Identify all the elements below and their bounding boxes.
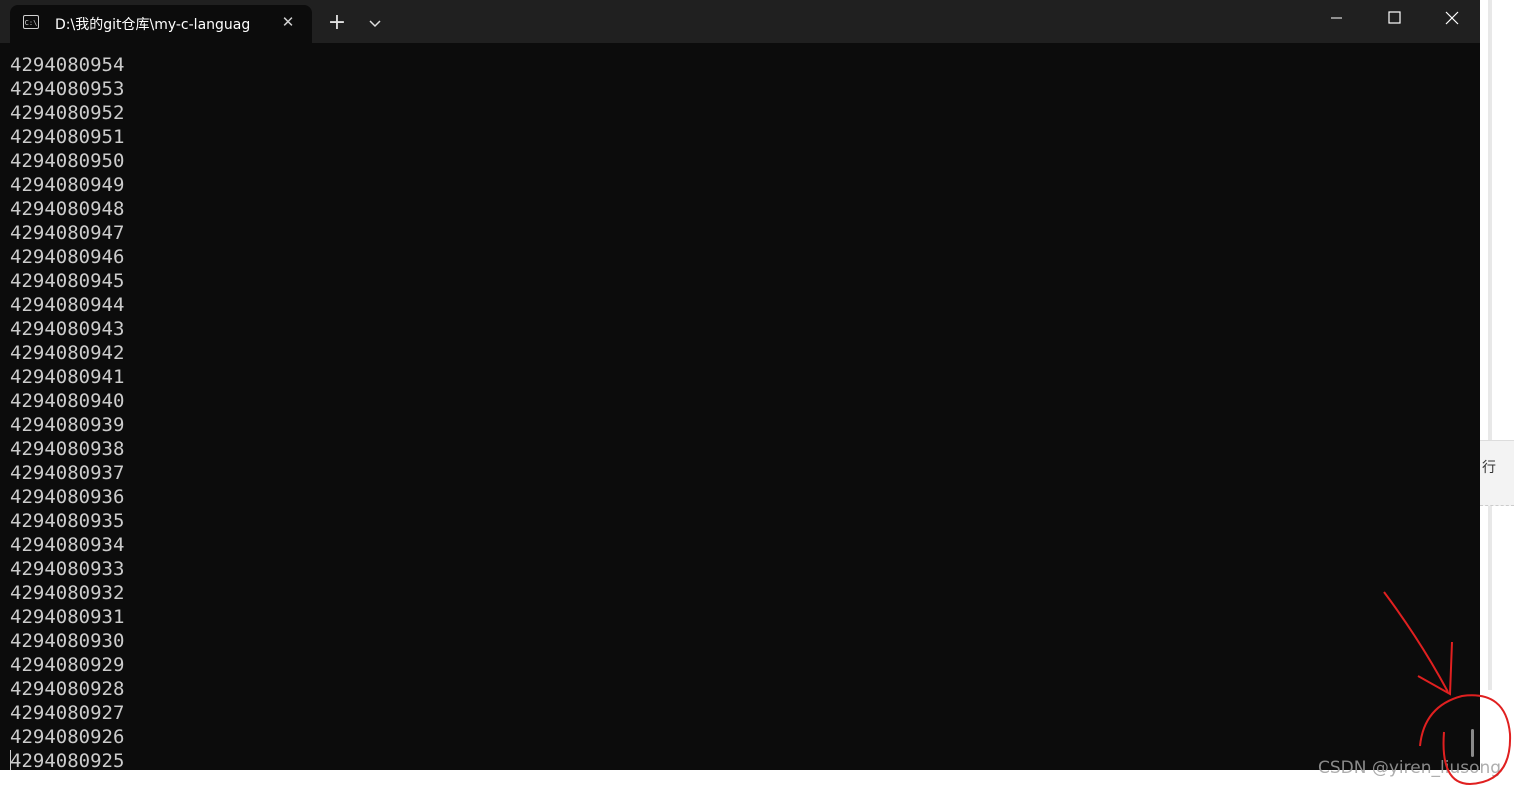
console-line: 4294080947 xyxy=(10,222,125,244)
console-line: 4294080952 xyxy=(10,102,125,124)
console-line: 4294080933 xyxy=(10,558,125,580)
console-line: 4294080937 xyxy=(10,462,125,484)
title-bar[interactable]: C:\ D:\我的git仓库\my-c-languag ✕ + xyxy=(0,0,1480,43)
console-line: 4294080943 xyxy=(10,318,125,340)
console-line: 4294080945 xyxy=(10,270,125,292)
console-line: 4294080940 xyxy=(10,390,125,412)
text-cursor xyxy=(10,750,11,770)
background-window-edge xyxy=(1488,0,1492,690)
console-line: 4294080949 xyxy=(10,174,125,196)
close-icon xyxy=(1445,11,1459,25)
console-line: 4294080925 xyxy=(10,750,125,770)
tab-title: D:\我的git仓库\my-c-languag xyxy=(55,17,251,33)
console-line: 4294080935 xyxy=(10,510,125,532)
console-line: 4294080941 xyxy=(10,366,125,388)
console-line: 4294080938 xyxy=(10,438,125,460)
tab-active[interactable]: C:\ D:\我的git仓库\my-c-languag ✕ xyxy=(10,5,312,43)
console-line: 4294080939 xyxy=(10,414,125,436)
console-line: 4294080931 xyxy=(10,606,125,628)
console-line: 4294080930 xyxy=(10,630,125,652)
maximize-icon xyxy=(1388,11,1401,24)
terminal-window: C:\ D:\我的git仓库\my-c-languag ✕ + 42940809… xyxy=(0,0,1480,770)
console-line: 4294080928 xyxy=(10,678,125,700)
console-line: 4294080950 xyxy=(10,150,125,172)
console-line: 4294080934 xyxy=(10,534,125,556)
terminal-icon: C:\ xyxy=(23,15,39,29)
minimize-icon xyxy=(1331,17,1342,19)
console-line: 4294080927 xyxy=(10,702,125,724)
watermark: CSDN @yiren_liusong xyxy=(1318,758,1502,778)
console-line: 4294080954 xyxy=(10,54,125,76)
chevron-down-icon xyxy=(369,20,381,28)
console-line: 4294080953 xyxy=(10,78,125,100)
console-line: 4294080944 xyxy=(10,294,125,316)
close-tab-icon[interactable]: ✕ xyxy=(278,12,298,32)
scrollbar-thumb[interactable] xyxy=(1471,729,1474,757)
background-window-strip: 行 xyxy=(1480,0,1514,789)
minimize-button[interactable] xyxy=(1307,0,1365,36)
maximize-button[interactable] xyxy=(1365,0,1423,36)
console-line: 4294080929 xyxy=(10,654,125,676)
console-line: 4294080948 xyxy=(10,198,125,220)
background-panel: 行 xyxy=(1480,440,1514,506)
console-output[interactable]: 4294080925 4294080926 4294080927 4294080928… xyxy=(0,43,1480,770)
close-window-button[interactable] xyxy=(1423,0,1481,36)
console-line: 4294080932 xyxy=(10,582,125,604)
console-line: 4294080936 xyxy=(10,486,125,508)
console-line: 4294080942 xyxy=(10,342,125,364)
background-panel-char: 行 xyxy=(1482,460,1496,476)
new-tab-button[interactable]: + xyxy=(324,10,350,36)
console-line: 4294080946 xyxy=(10,246,125,268)
tab-dropdown-button[interactable] xyxy=(362,10,388,36)
console-line: 4294080951 xyxy=(10,126,125,148)
console-line: 4294080926 xyxy=(10,726,125,748)
